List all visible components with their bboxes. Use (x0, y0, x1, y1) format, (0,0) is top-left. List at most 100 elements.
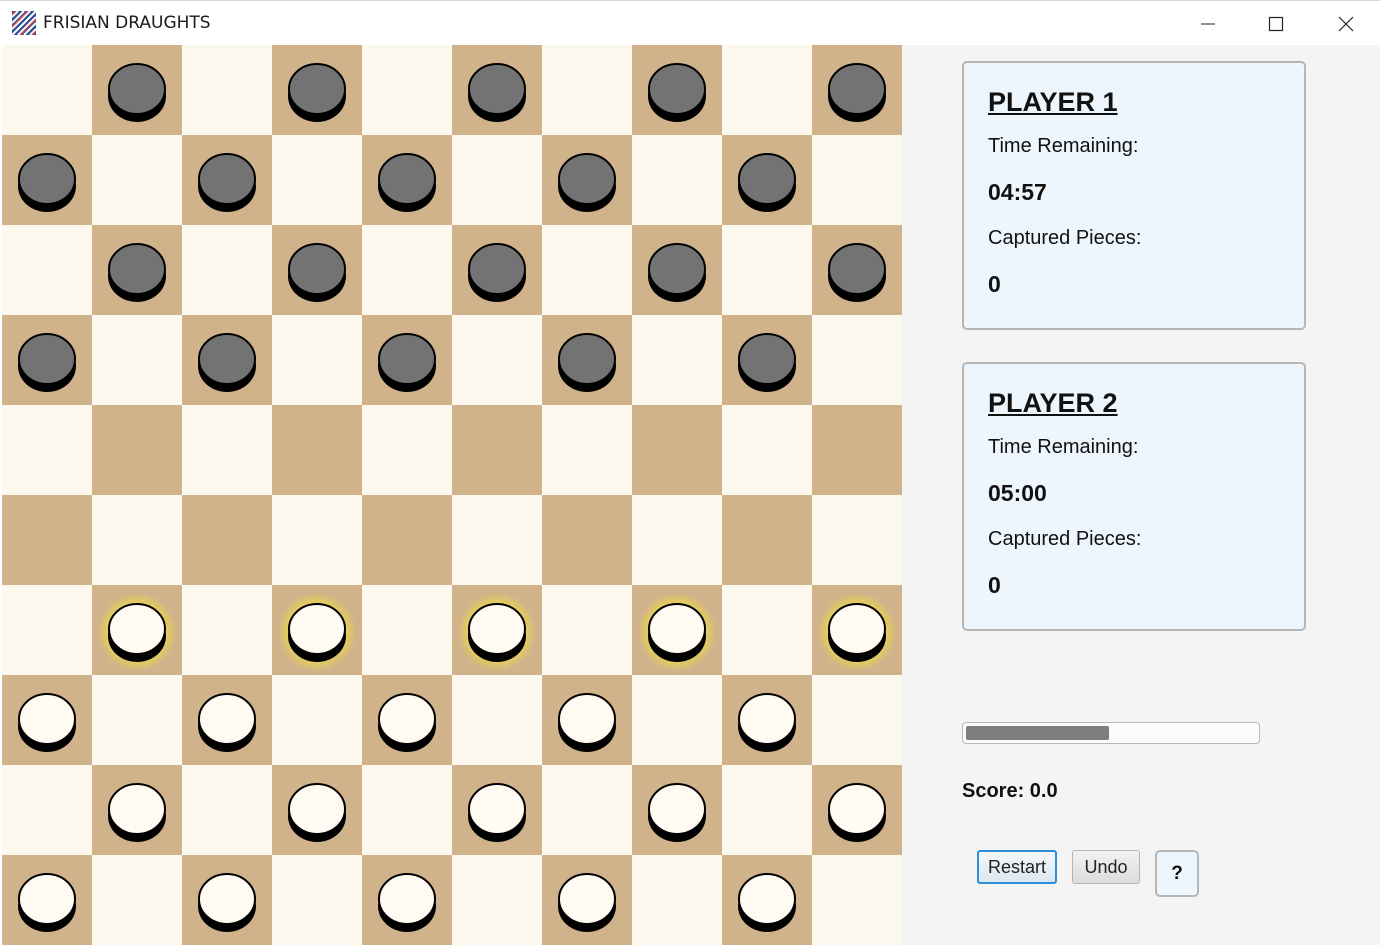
light-piece[interactable] (18, 873, 76, 932)
board-square[interactable] (542, 765, 632, 855)
dark-piece[interactable] (198, 333, 256, 392)
board-svg[interactable] (2, 45, 902, 945)
dark-piece[interactable] (558, 153, 616, 212)
dark-piece[interactable] (558, 333, 616, 392)
board-square[interactable] (92, 855, 182, 945)
board-square[interactable] (272, 315, 362, 405)
help-button[interactable]: ? (1155, 850, 1199, 897)
board-square[interactable] (2, 495, 92, 585)
dark-piece[interactable] (648, 63, 706, 122)
dark-piece[interactable] (468, 243, 526, 302)
movable-light-piece[interactable] (637, 592, 717, 672)
dark-piece[interactable] (198, 153, 256, 212)
movable-light-piece[interactable] (277, 592, 357, 672)
board-square[interactable] (812, 135, 902, 225)
board-square[interactable] (2, 225, 92, 315)
board-square[interactable] (632, 405, 722, 495)
board-square[interactable] (542, 405, 632, 495)
undo-button[interactable]: Undo (1072, 850, 1140, 884)
board-square[interactable] (182, 765, 272, 855)
board-square[interactable] (632, 675, 722, 765)
light-piece[interactable] (288, 783, 346, 842)
board-square[interactable] (452, 495, 542, 585)
dark-piece[interactable] (18, 333, 76, 392)
light-piece[interactable] (738, 873, 796, 932)
board-square[interactable] (182, 225, 272, 315)
light-piece[interactable] (648, 783, 706, 842)
board-square[interactable] (812, 855, 902, 945)
board-square[interactable] (272, 135, 362, 225)
board-square[interactable] (272, 495, 362, 585)
light-piece[interactable] (738, 693, 796, 752)
board-square[interactable] (182, 405, 272, 495)
board-square[interactable] (542, 585, 632, 675)
dark-piece[interactable] (108, 243, 166, 302)
board-square[interactable] (92, 495, 182, 585)
board-square[interactable] (812, 675, 902, 765)
board-square[interactable] (542, 45, 632, 135)
board-square[interactable] (632, 855, 722, 945)
dark-piece[interactable] (378, 153, 436, 212)
close-button[interactable] (1312, 1, 1380, 46)
board-square[interactable] (632, 315, 722, 405)
dark-piece[interactable] (288, 63, 346, 122)
board-square[interactable] (2, 405, 92, 495)
board-square[interactable] (92, 675, 182, 765)
board-square[interactable] (182, 45, 272, 135)
light-piece[interactable] (378, 693, 436, 752)
board-square[interactable] (92, 315, 182, 405)
dark-piece[interactable] (648, 243, 706, 302)
maximize-button[interactable] (1242, 1, 1310, 46)
light-piece[interactable] (18, 693, 76, 752)
board-square[interactable] (2, 45, 92, 135)
board-square[interactable] (632, 495, 722, 585)
light-piece[interactable] (828, 783, 886, 842)
dark-piece[interactable] (828, 63, 886, 122)
board-square[interactable] (272, 855, 362, 945)
board-square[interactable] (362, 45, 452, 135)
board-square[interactable] (722, 585, 812, 675)
movable-light-piece[interactable] (817, 592, 897, 672)
board-square[interactable] (452, 675, 542, 765)
board-square[interactable] (542, 225, 632, 315)
board-square[interactable] (362, 495, 452, 585)
light-piece[interactable] (558, 693, 616, 752)
minimize-button[interactable] (1174, 1, 1242, 46)
board-square[interactable] (722, 765, 812, 855)
movable-light-piece[interactable] (457, 592, 537, 672)
board-square[interactable] (362, 225, 452, 315)
board-square[interactable] (2, 765, 92, 855)
board-square[interactable] (452, 405, 542, 495)
dark-piece[interactable] (18, 153, 76, 212)
board-square[interactable] (272, 405, 362, 495)
board-square[interactable] (812, 315, 902, 405)
dark-piece[interactable] (828, 243, 886, 302)
board-square[interactable] (272, 675, 362, 765)
dark-piece[interactable] (288, 243, 346, 302)
board-square[interactable] (812, 405, 902, 495)
dark-piece[interactable] (378, 333, 436, 392)
board-square[interactable] (92, 135, 182, 225)
dark-piece[interactable] (468, 63, 526, 122)
light-piece[interactable] (198, 693, 256, 752)
board-square[interactable] (722, 225, 812, 315)
light-piece[interactable] (468, 783, 526, 842)
board-square[interactable] (2, 585, 92, 675)
board-square[interactable] (362, 765, 452, 855)
board-square[interactable] (182, 495, 272, 585)
board-square[interactable] (452, 315, 542, 405)
board-square[interactable] (632, 135, 722, 225)
movable-light-piece[interactable] (97, 592, 177, 672)
board-square[interactable] (722, 45, 812, 135)
restart-button[interactable]: Restart (977, 850, 1057, 884)
board-square[interactable] (362, 405, 452, 495)
board-square[interactable] (812, 495, 902, 585)
board-square[interactable] (722, 495, 812, 585)
light-piece[interactable] (378, 873, 436, 932)
light-piece[interactable] (108, 783, 166, 842)
board-square[interactable] (452, 135, 542, 225)
board-square[interactable] (92, 405, 182, 495)
light-piece[interactable] (198, 873, 256, 932)
game-board[interactable] (2, 45, 902, 945)
board-square[interactable] (542, 495, 632, 585)
